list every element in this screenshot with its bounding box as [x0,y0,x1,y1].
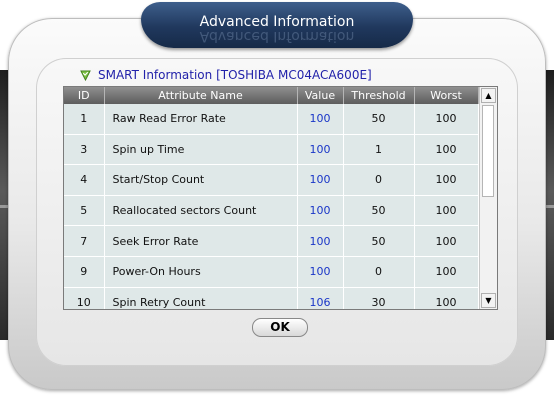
cell-id: 1 [64,104,105,135]
cell-threshold: 50 [343,225,415,257]
cell-threshold: 0 [343,256,415,288]
shield-check-icon [80,70,91,81]
table-row[interactable]: 7 Seek Error Rate 100 50 100 [64,225,479,257]
table-row[interactable]: 3 Spin up Time 100 1 100 [64,134,479,166]
column-header-attribute-name[interactable]: Attribute Name [104,87,298,104]
cell-threshold: 50 [343,104,415,135]
chevron-down-icon[interactable]: ▼ [481,293,496,308]
cell-value: 100 [297,164,344,196]
cell-value: 100 [297,256,344,288]
cell-attribute-name: Raw Read Error Rate [104,104,298,135]
cell-id: 9 [64,256,105,288]
column-header-worst[interactable]: Worst [414,87,479,104]
cell-id: 7 [64,225,105,257]
table-row[interactable]: 9 Power-On Hours 100 0 100 [64,256,479,288]
table-row[interactable]: 1 Raw Read Error Rate 100 50 100 [64,104,479,135]
column-header-value[interactable]: Value [297,87,344,104]
cell-attribute-name: Seek Error Rate [104,225,298,257]
cell-value: 106 [297,287,344,309]
cell-worst: 100 [414,256,479,288]
table-scrollbar[interactable]: ▲ ▼ [479,87,497,309]
cell-id: 4 [64,164,105,196]
column-header-threshold[interactable]: Threshold [343,87,415,104]
cell-worst: 100 [414,164,479,196]
cell-value: 100 [297,134,344,166]
cell-worst: 100 [414,287,479,309]
cell-worst: 100 [414,225,479,257]
smart-info-label: SMART Information [TOSHIBA MC04ACA600E] [98,68,372,82]
cell-threshold: 30 [343,287,415,309]
cell-attribute-name: Spin up Time [104,134,298,166]
ok-button[interactable]: OK [252,318,308,337]
table-row[interactable]: 5 Reallocated sectors Count 100 50 100 [64,195,479,227]
cell-value: 100 [297,195,344,227]
table-row[interactable]: 4 Start/Stop Count 100 0 100 [64,164,479,196]
cell-worst: 100 [414,104,479,135]
cell-id: 3 [64,134,105,166]
dialog-title-bar: Advanced Information Advanced Informatio… [141,2,413,48]
cell-worst: 100 [414,195,479,227]
cell-id: 10 [64,287,105,309]
cell-threshold: 1 [343,134,415,166]
cell-attribute-name: Reallocated sectors Count [104,195,298,227]
cell-value: 100 [297,225,344,257]
table-row[interactable]: 10 Spin Retry Count 106 30 100 [64,287,479,309]
cell-threshold: 50 [343,195,415,227]
cell-worst: 100 [414,134,479,166]
cell-attribute-name: Spin Retry Count [104,287,298,309]
cell-threshold: 0 [343,164,415,196]
cell-attribute-name: Power-On Hours [104,256,298,288]
dialog-title-reflection: Advanced Information [199,28,355,44]
cell-value: 100 [297,104,344,135]
column-header-id[interactable]: ID [64,87,105,104]
chevron-up-icon[interactable]: ▲ [481,88,496,103]
cell-attribute-name: Start/Stop Count [104,164,298,196]
table-header-row: ID Attribute Name Value Threshold Worst [64,87,479,104]
scrollbar-thumb[interactable] [482,105,494,197]
smart-attributes-table[interactable]: ID Attribute Name Value Threshold Worst … [63,86,498,310]
cell-id: 5 [64,195,105,227]
